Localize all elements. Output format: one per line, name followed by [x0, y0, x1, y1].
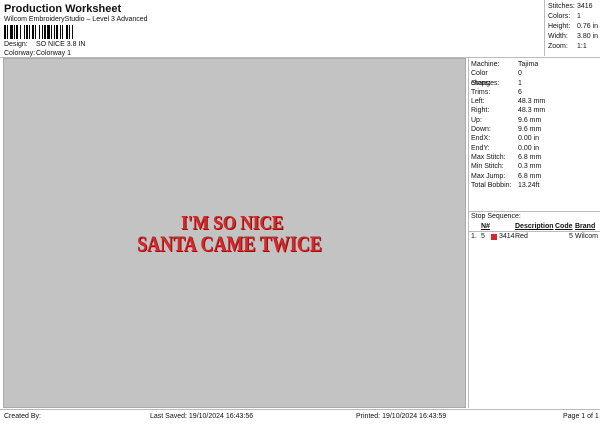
machine-row: Machine: Tajima	[471, 60, 600, 69]
design-text-line-2: SANTA CAME TWICE	[137, 231, 322, 256]
machine-label: Max Jump:	[471, 172, 506, 180]
machine-row: Max Stitch: 6.8 mm	[471, 153, 600, 162]
design-value: SO NICE 3.8 IN	[36, 41, 86, 48]
machine-row: Color changes: 0	[471, 69, 600, 87]
created-by: Created By:	[4, 413, 41, 420]
machine-info: Machine: Tajima Color changes: 0 Stops: 1 T…	[469, 58, 600, 190]
machine-label: Left:	[471, 98, 485, 106]
header-code: Code	[555, 223, 573, 230]
machine-value: 0.3 mm	[518, 163, 542, 171]
design-row: Design: SO NICE 3.8 IN	[4, 41, 85, 48]
panel-divider	[469, 211, 600, 212]
stat-row: Zoom: 1:1	[548, 42, 600, 52]
last-saved: Last Saved: 19/10/2024 16:43:56	[150, 413, 254, 420]
machine-value: 0.00 in	[518, 135, 540, 143]
machine-row: Trims: 6	[471, 88, 600, 97]
colorway-value: Colorway 1	[36, 50, 72, 57]
machine-label: Max Stitch:	[471, 153, 506, 161]
software-name: Wilcom EmbroideryStudio – Level 3 Advanc…	[4, 16, 148, 23]
row-stitches: 3414	[499, 233, 515, 240]
machine-value: 0	[518, 70, 522, 78]
design-label: Design:	[4, 41, 28, 48]
page-number: Page 1 of 1	[563, 413, 599, 420]
footer: Created By: Last Saved: 19/10/2024 16:43…	[0, 409, 600, 424]
machine-row: Right: 48.3 mm	[471, 106, 600, 115]
stop-table-header: N# Description Code Brand	[469, 222, 600, 231]
machine-value: 6	[518, 88, 522, 96]
machine-value: 0.00 in	[518, 144, 540, 152]
machine-label: Trims:	[471, 88, 491, 96]
row-index: 5	[481, 233, 485, 240]
machine-value: 9.6 mm	[518, 116, 542, 124]
machine-value: 48.3 mm	[518, 98, 546, 106]
color-swatch	[491, 233, 497, 240]
stat-value: 1:1	[577, 43, 587, 50]
colorway-row: Colorway: Colorway 1	[4, 50, 71, 57]
page-title: Production Worksheet	[4, 3, 122, 15]
stat-label: Colors:	[548, 13, 571, 20]
machine-row: Stops: 1	[471, 79, 600, 88]
machine-value: 6.8 mm	[518, 172, 542, 180]
machine-value: 6.8 mm	[518, 153, 542, 161]
machine-row: Total Bobbin: 13.24ft	[471, 181, 600, 190]
machine-row: Min Stitch: 0.3 mm	[471, 162, 600, 171]
design-preview: I'M SO NICE SANTA CAME TWICE	[3, 58, 466, 408]
machine-info-panel: Machine: Tajima Color changes: 0 Stops: 1 T…	[468, 58, 600, 408]
stat-value: 1	[577, 13, 581, 20]
machine-label: Stops:	[471, 79, 491, 87]
machine-row: EndY: 0.00 in	[471, 144, 600, 153]
stat-row: Stitches: 3416	[548, 2, 600, 12]
table-row: 1. 5 3414 Red 5 Wilcom	[469, 232, 600, 241]
machine-label: EndX:	[471, 135, 491, 143]
header-description: Description	[515, 223, 554, 230]
machine-value: Tajima	[518, 61, 539, 68]
stat-value: 3416	[577, 3, 593, 10]
machine-label: Total Bobbin:	[471, 181, 512, 189]
stat-label: Width:	[548, 33, 568, 40]
machine-label: Down:	[471, 126, 491, 134]
barcode	[4, 25, 116, 39]
header-index: N#	[481, 223, 490, 230]
machine-label: Up:	[471, 116, 482, 124]
machine-label: EndY:	[471, 144, 490, 152]
machine-row: EndX: 0.00 in	[471, 134, 600, 143]
stat-label: Height:	[548, 23, 571, 30]
machine-row: Left: 48.3 mm	[471, 97, 600, 106]
stat-row: Colors: 1	[548, 12, 600, 22]
production-worksheet: Production Worksheet Wilcom EmbroiderySt…	[0, 0, 600, 424]
barcode-bar	[73, 25, 74, 39]
colorway-label: Colorway:	[4, 50, 36, 57]
machine-row: Up: 9.6 mm	[471, 116, 600, 125]
row-code: 5	[569, 233, 573, 240]
row-stop: 1.	[471, 233, 477, 240]
stat-value: 3.80 in	[577, 33, 599, 40]
stat-row: Width: 3.80 in	[548, 32, 600, 42]
machine-label: Color changes:	[471, 70, 500, 87]
machine-row: Down: 9.6 mm	[471, 125, 600, 134]
stat-value: 0.76 in	[577, 23, 599, 30]
row-description: Red	[515, 233, 528, 240]
machine-value: 48.3 mm	[518, 107, 546, 115]
machine-value: 13.24ft	[518, 181, 540, 189]
design-stats: Stitches: 3416 Colors: 1 Height: 0.76 in Wi…	[544, 0, 600, 56]
machine-label: Machine:	[471, 61, 500, 68]
printed-date: Printed: 19/10/2024 16:43:59	[356, 413, 447, 420]
row-brand: Wilcom	[575, 233, 598, 240]
stop-sequence-title: Stop Sequence:	[471, 213, 521, 220]
machine-value: 1	[518, 79, 522, 87]
machine-row: Max Jump: 6.8 mm	[471, 172, 600, 181]
stat-row: Height: 0.76 in	[548, 22, 600, 32]
machine-label: Min Stitch:	[471, 163, 504, 171]
stop-sequence-table: N# Description Code Brand 1. 5 3414 Red …	[469, 222, 600, 241]
stat-label: Zoom:	[548, 43, 568, 50]
machine-value: 9.6 mm	[518, 126, 542, 134]
machine-label: Right:	[471, 107, 490, 115]
header-brand: Brand	[575, 223, 596, 230]
stat-label: Stitches:	[548, 3, 575, 10]
